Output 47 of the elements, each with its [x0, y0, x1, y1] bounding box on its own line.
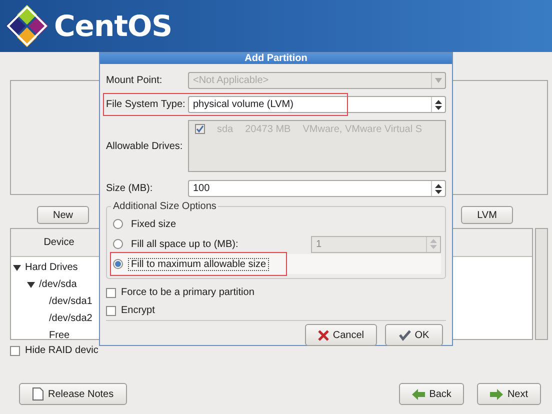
next-arrow-icon — [490, 388, 504, 400]
group-title: Additional Size Options — [112, 201, 218, 212]
radio-label: Fill to maximum allowable size — [128, 258, 270, 270]
drive-size: 20473 MB — [245, 124, 291, 135]
field-label: Allowable Drives: — [106, 140, 184, 154]
field-label: Mount Point: — [106, 75, 164, 86]
logo-text: CentOS — [54, 9, 172, 43]
logo-icon — [6, 5, 48, 47]
radio-button[interactable] — [113, 219, 123, 229]
radio-button[interactable] — [113, 259, 123, 269]
dialog-title: Add Partition — [100, 53, 452, 64]
partition-button[interactable]: LVM — [461, 206, 513, 224]
spin-arrows-icon — [435, 184, 442, 194]
field-label: Size (MB): — [106, 183, 154, 194]
tree-item[interactable]: /dev/sda — [39, 279, 77, 290]
dropdown-arrow-icon — [435, 100, 442, 110]
radio-label: Fill all space up to (MB): — [130, 238, 240, 250]
scrollbar[interactable] — [535, 228, 548, 340]
checkbox-label: Encrypt — [121, 305, 155, 316]
spin-arrows-icon — [430, 239, 437, 249]
checkbox[interactable] — [10, 346, 20, 356]
notes-button[interactable]: Release Notes — [19, 383, 127, 405]
tree-item[interactable]: Hard Drives — [25, 262, 78, 274]
drive-model: VMware, VMware Virtual S — [302, 124, 422, 135]
cancel-button[interactable]: Cancel — [304, 324, 377, 346]
checkbox-label: Force to be a primary partition — [121, 287, 254, 298]
tree-item[interactable]: /dev/sda2 — [49, 313, 92, 324]
ok-icon — [398, 329, 411, 341]
next-button[interactable]: Next — [477, 383, 541, 405]
tree-item[interactable]: /dev/sda1 — [49, 296, 92, 308]
tree-item[interactable]: Free — [49, 330, 70, 339]
radio-label: Fixed size — [130, 218, 178, 230]
checkbox-label: Hide RAID devic — [25, 345, 98, 356]
back-arrow-icon — [412, 388, 426, 400]
radio-button[interactable] — [113, 239, 123, 249]
drive-name: sda — [217, 124, 234, 135]
ok-button[interactable]: OK — [385, 324, 443, 346]
cancel-icon — [318, 330, 329, 340]
document-icon — [32, 387, 44, 401]
size-spin-field[interactable]: 100 — [188, 180, 446, 197]
checkbox[interactable] — [106, 306, 116, 316]
dropdown[interactable]: physical volume (LVM) — [188, 96, 446, 113]
dropdown-arrow-icon — [435, 78, 442, 83]
back-button[interactable]: Back — [399, 383, 464, 405]
partition-button[interactable]: New — [37, 206, 89, 224]
field-label: File System Type: — [106, 99, 186, 110]
checkbox[interactable] — [106, 288, 116, 298]
